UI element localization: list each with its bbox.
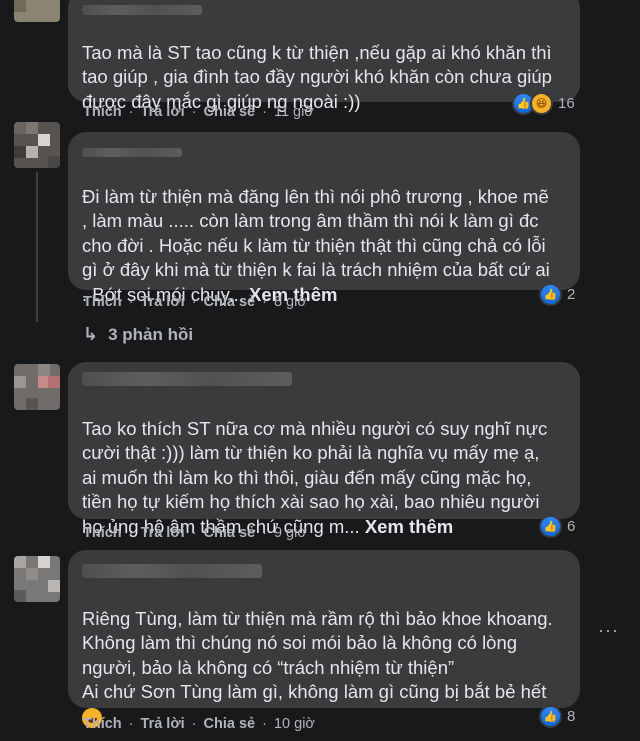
timestamp[interactable]: 11 giờ: [274, 104, 314, 120]
reaction-summary[interactable]: 👍 2: [539, 283, 575, 306]
comment-body: Riêng Tùng, làm từ thiện mà rầm rộ thì b…: [82, 607, 553, 703]
like-button[interactable]: Thích: [83, 104, 122, 120]
comment-actions: Thích · Trả lời · Chia sẻ · 9 giờ: [83, 525, 307, 541]
comment-bubble: Đi làm từ thiện mà đăng lên thì nói phô …: [68, 132, 580, 305]
timestamp[interactable]: 9 giờ: [274, 525, 307, 541]
reaction-count: 8: [567, 708, 576, 725]
avatar[interactable]: [14, 0, 60, 22]
reply-button[interactable]: Trả lời: [141, 104, 185, 120]
commenter-name[interactable]: [82, 148, 182, 157]
separator: ·: [191, 716, 197, 732]
commenter-name[interactable]: [82, 5, 202, 15]
view-replies-button[interactable]: ↳ 3 phản hồi: [83, 324, 193, 345]
separator: ·: [128, 294, 134, 310]
thread-line: [36, 172, 38, 322]
comment-text: Tao mà là ST tao cũng k từ thiện ,nếu gặ…: [82, 16, 568, 114]
like-button[interactable]: Thích: [83, 716, 122, 732]
like-icon: 👍: [539, 515, 562, 538]
like-icon: 👍: [539, 705, 562, 728]
separator: ·: [191, 525, 197, 541]
commenter-name[interactable]: [82, 372, 292, 386]
separator: ·: [128, 104, 134, 120]
comment-body: Tao ko thích ST nữa cơ mà nhiều người có…: [82, 417, 548, 537]
reaction-summary[interactable]: 👍 6: [539, 515, 575, 538]
comment-bubble: Riêng Tùng, làm từ thiện mà rầm rộ thì b…: [68, 550, 580, 728]
reaction-summary[interactable]: 👍 8: [539, 705, 575, 728]
separator: ·: [262, 525, 267, 541]
reaction-count: 2: [567, 286, 576, 303]
avatar[interactable]: [14, 556, 60, 602]
like-button[interactable]: Thích: [83, 525, 122, 541]
reaction-count: 6: [567, 518, 576, 535]
see-more-link[interactable]: Xem thêm: [365, 516, 453, 537]
comment-text: Tao ko thích ST nữa cơ mà nhiều người có…: [82, 392, 568, 539]
avatar[interactable]: [14, 122, 60, 168]
reaction-count: 16: [558, 95, 575, 112]
like-icon: 👍: [539, 283, 562, 306]
comment-body: Tao mà là ST tao cũng k từ thiện ,nếu gặ…: [82, 41, 552, 112]
like-button[interactable]: Thích: [83, 294, 122, 310]
share-button[interactable]: Chia sẻ: [204, 525, 256, 541]
separator: ·: [191, 104, 197, 120]
comment-actions: Thích · Trả lời · Chia sẻ · 11 giờ: [83, 104, 314, 120]
more-options-icon[interactable]: ···: [598, 620, 619, 641]
haha-icon: 😆: [530, 92, 553, 115]
replies-count: 3 phản hồi: [108, 324, 194, 344]
timestamp[interactable]: 8 giờ: [274, 294, 307, 310]
avatar[interactable]: [14, 364, 60, 410]
comment-text: Riêng Tùng, làm từ thiện mà rầm rộ thì b…: [82, 582, 568, 729]
share-button[interactable]: Chia sẻ: [204, 104, 256, 120]
separator: ·: [191, 294, 197, 310]
share-button[interactable]: Chia sẻ: [204, 716, 256, 732]
separator: ·: [128, 716, 134, 732]
separator: ·: [262, 104, 267, 120]
comment-bubble: Tao ko thích ST nữa cơ mà nhiều người có…: [68, 362, 580, 537]
reply-button[interactable]: Trả lời: [141, 716, 185, 732]
reply-button[interactable]: Trả lời: [141, 294, 185, 310]
share-button[interactable]: Chia sẻ: [204, 294, 256, 310]
reply-arrow-icon: ↳: [83, 324, 99, 344]
reaction-summary[interactable]: 👍 😆 16: [512, 92, 575, 115]
separator: ·: [128, 525, 134, 541]
commenter-name[interactable]: [82, 564, 262, 578]
comment-text: Đi làm từ thiện mà đăng lên thì nói phô …: [82, 160, 568, 307]
separator: ·: [262, 716, 267, 732]
comment-bubble: Tao mà là ST tao cũng k từ thiện ,nếu gặ…: [68, 0, 580, 112]
reply-button[interactable]: Trả lời: [141, 525, 185, 541]
separator: ·: [262, 294, 267, 310]
comment-actions: Thích · Trả lời · Chia sẻ · 10 giờ: [83, 716, 315, 732]
timestamp[interactable]: 10 giờ: [274, 716, 315, 732]
comment-section: Tao mà là ST tao cũng k từ thiện ,nếu gặ…: [0, 0, 640, 741]
comment-actions: Thích · Trả lời · Chia sẻ · 8 giờ: [83, 294, 307, 310]
